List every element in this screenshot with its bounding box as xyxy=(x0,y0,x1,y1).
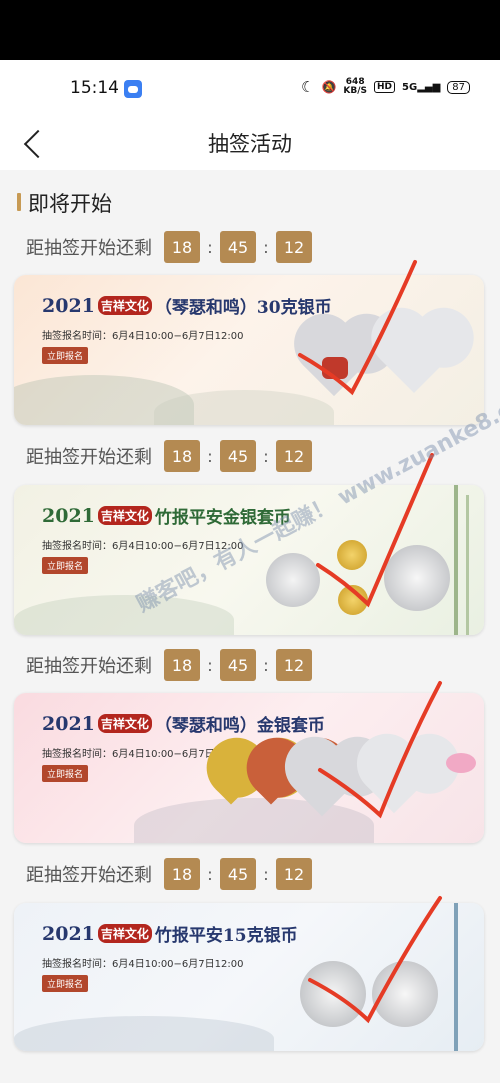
countdown-colon: : xyxy=(263,655,269,675)
banner-title: 2021 吉祥文化 （琴瑟和鸣）30克银币 xyxy=(42,293,332,319)
signup-button[interactable]: 立即报名 xyxy=(42,765,89,782)
section-accent-bar xyxy=(17,193,21,211)
mountain-decoration xyxy=(14,1016,274,1051)
network-speed-unit: KB/S xyxy=(343,86,367,96)
countdown-hours: 18 xyxy=(164,440,200,472)
countdown-row: 距抽签开始还剩 18 : 45 : 12 xyxy=(26,231,312,263)
countdown-colon: : xyxy=(207,864,213,884)
network-speed: 648 KB/S xyxy=(343,78,367,96)
mountain-decoration xyxy=(134,798,374,843)
countdown-seconds: 12 xyxy=(276,858,312,890)
status-time: 15:14 xyxy=(70,78,119,98)
top-black-bar xyxy=(0,0,500,60)
gold-coin xyxy=(338,585,368,615)
countdown-colon: : xyxy=(263,864,269,884)
countdown-hours: 18 xyxy=(164,231,200,263)
banner-name: 竹报平安15克银币 xyxy=(154,926,298,946)
status-icons: ☾ 🔕 648 KB/S HD 5G▂▄▆ 87 xyxy=(301,78,470,96)
countdown-label: 距抽签开始还剩 xyxy=(26,447,152,468)
app-notification-icon xyxy=(124,80,142,98)
bamboo-decoration xyxy=(466,495,469,635)
signup-button[interactable]: 立即报名 xyxy=(42,557,89,574)
signup-button[interactable]: 立即报名 xyxy=(42,975,89,992)
countdown-minutes: 45 xyxy=(220,858,256,890)
banner-name: （琴瑟和鸣）30克银币 xyxy=(154,298,332,318)
countdown-seconds: 12 xyxy=(276,231,312,263)
banner-year: 2021 xyxy=(42,504,95,527)
banner-tag: 吉祥文化 xyxy=(97,714,152,733)
countdown-colon: : xyxy=(207,655,213,675)
banner-tag: 吉祥文化 xyxy=(97,296,152,315)
banner-name: （琴瑟和鸣）金银套币 xyxy=(154,716,325,736)
hd-icon: HD xyxy=(374,81,396,93)
flower-decoration xyxy=(446,753,476,773)
bamboo-decoration xyxy=(454,903,458,1051)
countdown-minutes: 45 xyxy=(220,231,256,263)
mute-bell-icon: 🔕 xyxy=(321,80,337,94)
banner-title: 2021 吉祥文化 竹报平安15克银币 xyxy=(42,921,298,947)
coin-red-pattern xyxy=(322,357,348,379)
gold-coin xyxy=(337,540,367,570)
heart-coin-silver xyxy=(365,756,423,814)
mountain-decoration xyxy=(14,595,234,635)
countdown-seconds: 12 xyxy=(276,649,312,681)
countdown-hours: 18 xyxy=(164,649,200,681)
status-bar: 15:14 ☾ 🔕 648 KB/S HD 5G▂▄▆ 87 xyxy=(0,60,500,118)
banner-title: 2021 吉祥文化 （琴瑟和鸣）金银套币 xyxy=(42,711,325,737)
countdown-colon: : xyxy=(263,237,269,257)
moon-icon: ☾ xyxy=(300,78,315,96)
nav-bar: 抽签活动 xyxy=(0,118,500,170)
banner-time: 抽签报名时间：6月4日10:00−6月7日12:00 xyxy=(42,331,244,342)
section-title: 即将开始 xyxy=(28,192,112,216)
countdown-row: 距抽签开始还剩 18 : 45 : 12 xyxy=(26,440,312,472)
silver-coin-vase xyxy=(266,553,320,607)
signal-label: 5G xyxy=(402,81,418,93)
silver-coin-reverse xyxy=(372,961,438,1027)
countdown-seconds: 12 xyxy=(276,440,312,472)
countdown-label: 距抽签开始还剩 xyxy=(26,238,152,259)
signup-button[interactable]: 立即报名 xyxy=(42,347,89,364)
banner-year: 2021 xyxy=(42,922,95,945)
banner-tag: 吉祥文化 xyxy=(97,924,152,943)
lottery-banner-3[interactable]: 2021 吉祥文化 （琴瑟和鸣）金银套币 抽签报名时间：6月4日10:00−6月… xyxy=(14,693,484,843)
countdown-colon: : xyxy=(207,446,213,466)
countdown-row: 距抽签开始还剩 18 : 45 : 12 xyxy=(26,858,312,890)
lottery-banner-4[interactable]: 2021 吉祥文化 竹报平安15克银币 抽签报名时间：6月4日10:00−6月7… xyxy=(14,903,484,1051)
countdown-colon: : xyxy=(263,446,269,466)
countdown-row: 距抽签开始还剩 18 : 45 : 12 xyxy=(26,649,312,681)
battery-icon: 87 xyxy=(447,80,470,94)
silver-coin-large xyxy=(384,545,450,611)
countdown-colon: : xyxy=(207,237,213,257)
countdown-hours: 18 xyxy=(164,858,200,890)
countdown-label: 距抽签开始还剩 xyxy=(26,865,152,886)
countdown-minutes: 45 xyxy=(220,440,256,472)
banner-time: 抽签报名时间：6月4日10:00−6月7日12:00 xyxy=(42,959,244,970)
banner-tag: 吉祥文化 xyxy=(97,506,152,525)
mountain-decoration xyxy=(154,390,334,425)
signal-icon: 5G▂▄▆ xyxy=(402,81,441,93)
heart-coin-silver xyxy=(380,325,448,393)
countdown-minutes: 45 xyxy=(220,649,256,681)
banner-year: 2021 xyxy=(42,294,95,317)
banner-year: 2021 xyxy=(42,712,95,735)
lottery-banner-1[interactable]: 2021 吉祥文化 （琴瑟和鸣）30克银币 抽签报名时间：6月4日10:00−6… xyxy=(14,275,484,425)
page-title: 抽签活动 xyxy=(208,132,292,156)
silver-coin-vase xyxy=(300,961,366,1027)
countdown-label: 距抽签开始还剩 xyxy=(26,656,152,677)
bamboo-decoration xyxy=(454,485,458,635)
